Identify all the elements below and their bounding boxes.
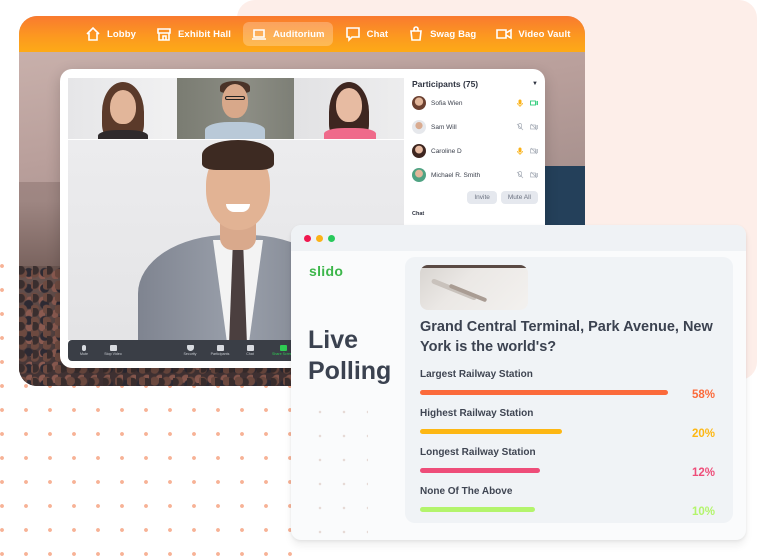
close-window-dot[interactable] [304, 234, 311, 242]
nav-label: Chat [366, 28, 389, 40]
nav-lobby[interactable]: Lobby [77, 22, 144, 46]
mute-all-button[interactable]: Mute All [500, 191, 538, 204]
participants-header[interactable]: Participants (75) ▼ [412, 77, 538, 91]
video-off-icon[interactable] [530, 171, 538, 179]
participant-row[interactable]: Sofia Wien [412, 91, 538, 115]
avatar [412, 96, 426, 110]
video-off-icon[interactable] [530, 123, 538, 131]
shopping-bag-icon [410, 26, 423, 41]
poll-question: Grand Central Terminal, Park Avenue, New… [420, 319, 713, 355]
option-label: Highest Railway Station [420, 408, 534, 419]
participants-button[interactable]: Participants [206, 344, 234, 357]
poll-option[interactable]: None Of The Above 10% [420, 486, 718, 525]
poll-option[interactable]: Longest Railway Station 12% [420, 447, 718, 486]
poll-option[interactable]: Largest Railway Station 58% [420, 369, 718, 408]
video-camera-icon[interactable] [530, 99, 538, 107]
participants-panel: Participants (75) ▼ Sofia Wien Sam Will … [412, 77, 538, 217]
video-camera-icon [496, 28, 513, 40]
mute-button[interactable]: Mute [74, 344, 94, 357]
chevron-down-icon[interactable]: ▼ [532, 81, 538, 87]
option-label: None Of The Above [420, 486, 513, 497]
avatar [412, 120, 426, 134]
option-percent: 12% [691, 467, 715, 479]
minimize-window-dot[interactable] [316, 234, 323, 242]
option-percent: 20% [691, 428, 715, 440]
invite-button[interactable]: Invite [467, 191, 497, 204]
nav-label: Auditorium [272, 28, 325, 40]
shield-icon [186, 344, 194, 351]
microphone-off-icon[interactable] [516, 171, 524, 179]
nav-exhibit-hall[interactable]: Exhibit Hall [148, 22, 239, 46]
stop-video-button[interactable]: Stop Video [98, 344, 128, 357]
option-label: Longest Railway Station [420, 447, 536, 458]
option-result-bar [420, 429, 563, 434]
chat-bubble-icon [345, 27, 360, 42]
participant-row[interactable]: Caroline D [412, 139, 538, 163]
window-titlebar [291, 225, 746, 251]
poll-options: Largest Railway Station 58% Highest Rail… [420, 369, 718, 525]
video-thumbnail[interactable] [294, 78, 404, 139]
option-percent: 58% [691, 389, 715, 401]
storefront-icon [157, 28, 171, 41]
decorative-dot-grid [308, 400, 368, 540]
chat-icon [246, 344, 254, 351]
participant-thumbnails [68, 78, 404, 139]
nav-chat[interactable]: Chat [337, 22, 397, 46]
poll-image [420, 265, 528, 310]
live-polling-window: slido Live Polling Grand Central Termina… [291, 225, 746, 540]
option-result-bar [420, 507, 535, 512]
option-percent: 10% [691, 506, 715, 518]
video-off-icon[interactable] [530, 147, 538, 155]
microphone-icon[interactable] [516, 99, 524, 107]
chat-button[interactable]: Chat [240, 344, 260, 357]
participant-actions: Invite Mute All [412, 191, 538, 204]
microphone-off-icon[interactable] [516, 123, 524, 131]
home-icon [86, 26, 100, 41]
avatar [412, 168, 426, 182]
top-nav: Lobby Exhibit Hall Auditorium Chat Swag … [19, 16, 585, 52]
share-screen-icon [279, 344, 287, 351]
nav-swag-bag[interactable]: Swag Bag [400, 22, 484, 46]
participant-row[interactable]: Michael R. Smith [412, 163, 538, 187]
video-camera-icon [109, 344, 117, 351]
maximize-window-dot[interactable] [328, 234, 335, 242]
video-thumbnail[interactable] [177, 78, 294, 139]
avatar [412, 144, 426, 158]
nav-label: Video Vault [518, 28, 571, 40]
option-result-bar [420, 468, 541, 473]
people-icon [216, 344, 224, 351]
microphone-icon [82, 344, 86, 351]
nav-label: Lobby [107, 28, 136, 40]
microphone-icon[interactable] [516, 147, 524, 155]
option-label: Largest Railway Station [420, 369, 533, 380]
nav-label: Swag Bag [430, 28, 477, 40]
slido-logo: slido [309, 263, 344, 279]
meeting-toolbar: Mute Stop Video Security Participants Ch… [68, 340, 308, 361]
poll-card: Grand Central Terminal, Park Avenue, New… [405, 257, 733, 523]
nav-label: Exhibit Hall [178, 28, 231, 40]
laptop-icon [251, 29, 266, 40]
live-polling-title: Live Polling [308, 326, 392, 385]
poll-option[interactable]: Highest Railway Station 20% [420, 408, 718, 447]
nav-auditorium[interactable]: Auditorium [242, 22, 333, 46]
video-thumbnail[interactable] [68, 78, 177, 139]
chat-section-label: Chat [412, 211, 425, 217]
security-button[interactable]: Security [178, 344, 202, 357]
participants-title: Participants (75) [412, 79, 479, 89]
option-result-bar [420, 390, 668, 395]
nav-video-vault[interactable]: Video Vault [488, 22, 578, 46]
participant-row[interactable]: Sam Will [412, 115, 538, 139]
